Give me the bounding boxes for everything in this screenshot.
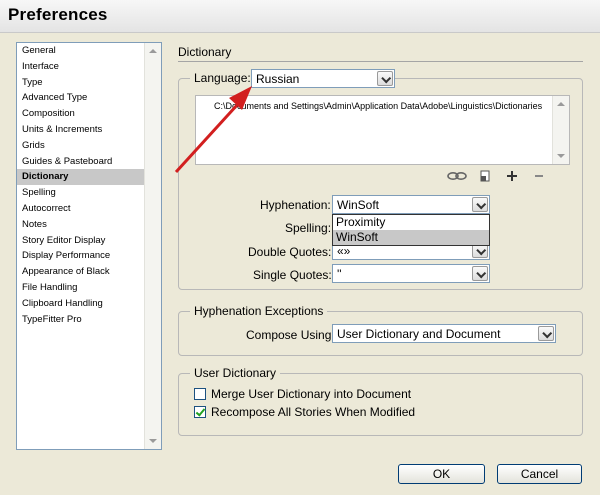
remove-icon[interactable]: [532, 170, 546, 182]
category-item-clipboard-handling[interactable]: Clipboard Handling: [17, 296, 144, 312]
new-dictionary-icon[interactable]: [478, 170, 492, 182]
double-quotes-value: «»: [337, 244, 351, 258]
chevron-down-icon[interactable]: [472, 266, 488, 281]
scroll-up-arrow-icon[interactable]: [145, 43, 161, 59]
compose-using-select[interactable]: User Dictionary and Document: [332, 324, 556, 343]
category-item-general[interactable]: General: [17, 43, 144, 59]
hyphenation-option-proximity[interactable]: Proximity: [333, 215, 489, 230]
category-list[interactable]: General Interface Type Advanced Type Composi…: [16, 42, 162, 450]
chevron-down-icon[interactable]: [472, 197, 488, 212]
category-item-autocorrect[interactable]: Autocorrect: [17, 201, 144, 217]
category-scrollbar[interactable]: [144, 43, 161, 449]
hyphenation-select[interactable]: WinSoft: [332, 195, 490, 214]
section-title: Dictionary: [178, 45, 232, 59]
recompose-stories-label: Recompose All Stories When Modified: [211, 405, 416, 419]
language-label: Language:: [190, 71, 255, 85]
category-items: General Interface Type Advanced Type Composi…: [17, 43, 144, 327]
scroll-down-arrow-icon[interactable]: [145, 433, 161, 449]
category-item-appearance-of-black[interactable]: Appearance of Black: [17, 264, 144, 280]
single-quotes-label: Single Quotes:: [253, 268, 332, 282]
hyphenation-option-winsoft[interactable]: WinSoft: [333, 230, 489, 245]
hyphenation-label: Hyphenation:: [260, 198, 331, 212]
category-item-advanced-type[interactable]: Advanced Type: [17, 90, 144, 106]
checkmark-icon: [195, 406, 206, 417]
single-quotes-value: '': [337, 267, 342, 281]
spelling-label: Spelling:: [285, 221, 332, 235]
section-divider: [178, 61, 583, 62]
dictionary-path-list[interactable]: C:\Documents and Settings\Admin\Applicat…: [195, 95, 570, 165]
scroll-down-arrow-icon[interactable]: [553, 148, 569, 164]
category-item-spelling[interactable]: Spelling: [17, 185, 144, 201]
hyphenation-dropdown-list[interactable]: Proximity WinSoft: [332, 214, 490, 246]
language-value: Russian: [256, 72, 300, 86]
hyphenation-value: WinSoft: [337, 198, 380, 212]
category-item-guides-pasteboard[interactable]: Guides & Pasteboard: [17, 154, 144, 170]
merge-user-dictionary-checkbox[interactable]: [194, 388, 206, 400]
path-scrollbar[interactable]: [552, 96, 569, 164]
category-item-typefitter-pro[interactable]: TypeFitter Pro: [17, 312, 144, 328]
category-item-dictionary[interactable]: Dictionary: [17, 169, 144, 186]
compose-using-label: Compose Using:: [246, 328, 335, 342]
window-title: Preferences: [8, 5, 108, 24]
category-item-units-increments[interactable]: Units & Increments: [17, 122, 144, 138]
compose-using-value: User Dictionary and Document: [337, 327, 501, 341]
scroll-up-arrow-icon[interactable]: [553, 96, 569, 112]
cancel-button[interactable]: Cancel: [497, 464, 582, 484]
category-item-story-editor-display[interactable]: Story Editor Display: [17, 233, 144, 249]
merge-user-dictionary-label: Merge User Dictionary into Document: [211, 387, 412, 401]
category-item-notes[interactable]: Notes: [17, 217, 144, 233]
category-item-grids[interactable]: Grids: [17, 138, 144, 154]
hyphenation-exceptions-legend: Hyphenation Exceptions: [190, 304, 328, 318]
category-item-composition[interactable]: Composition: [17, 106, 144, 122]
category-item-file-handling[interactable]: File Handling: [17, 280, 144, 296]
recompose-stories-checkbox[interactable]: [194, 406, 206, 418]
title-bar: Preferences: [0, 0, 600, 33]
user-dictionary-legend: User Dictionary: [190, 366, 281, 380]
single-quotes-select[interactable]: '': [332, 264, 490, 283]
chevron-down-icon[interactable]: [538, 326, 554, 341]
link-icon[interactable]: [447, 170, 467, 182]
ok-button[interactable]: OK: [398, 464, 485, 484]
chevron-down-icon[interactable]: [377, 71, 393, 86]
category-item-display-performance[interactable]: Display Performance: [17, 248, 144, 264]
category-item-type[interactable]: Type: [17, 75, 144, 91]
add-icon[interactable]: [505, 170, 519, 182]
category-item-interface[interactable]: Interface: [17, 59, 144, 75]
double-quotes-label: Double Quotes:: [248, 245, 332, 259]
dictionary-path: C:\Documents and Settings\Admin\Applicat…: [214, 101, 543, 111]
language-select[interactable]: Russian: [251, 69, 395, 88]
